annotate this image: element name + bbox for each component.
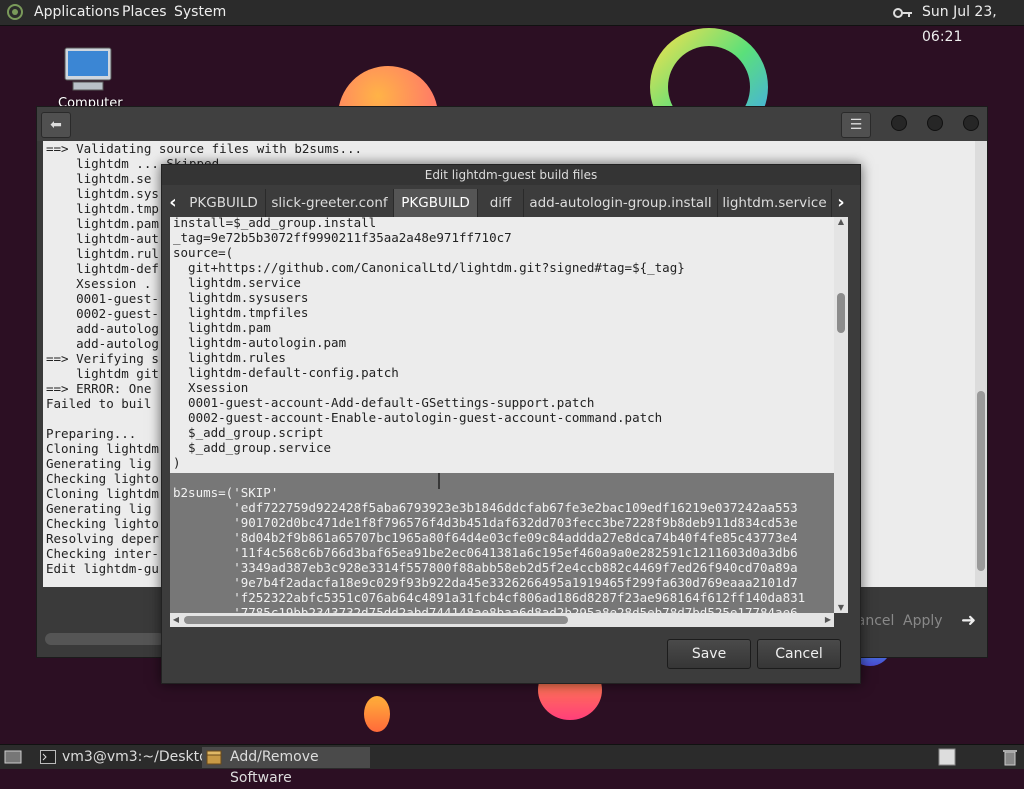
taskbar-add-remove-software[interactable]: Add/Remove Software <box>202 747 370 786</box>
edit-build-files-dialog: Edit lightdm-guest build files ‹ PKGBUIL… <box>161 164 861 684</box>
taskbar-terminal-label: vm3@vm3:~/Desktop <box>62 749 217 765</box>
progress-bar <box>45 633 165 645</box>
horizontal-scroll-thumb[interactable] <box>184 616 568 624</box>
save-button[interactable]: Save <box>667 639 751 669</box>
menu-places[interactable]: Places <box>122 0 167 25</box>
package-icon <box>206 750 222 765</box>
top-panel: Applications Places System Sun Jul 23, 0… <box>0 0 1024 45</box>
text-cursor-icon <box>438 473 440 489</box>
taskbar-software-label: Add/Remove Software <box>230 749 319 786</box>
close-button[interactable] <box>963 115 979 131</box>
bottom-panel: vm3@vm3:~/Desktop Add/Remove Software <box>0 744 1024 786</box>
terminal-icon <box>40 750 56 764</box>
tab-bar: ‹ PKGBUILD slick-greeter.conf PKGBUILD d… <box>162 187 860 217</box>
key-icon[interactable] <box>893 7 913 19</box>
scroll-thumb[interactable] <box>977 391 985 571</box>
tab-diff[interactable]: diff <box>478 189 524 217</box>
next-arrow-icon[interactable]: ➜ <box>961 609 976 633</box>
taskbar-terminal[interactable]: vm3@vm3:~/Desktop <box>38 747 217 768</box>
trash-icon[interactable] <box>1002 748 1018 766</box>
dialog-title: Edit lightdm-guest build files <box>162 165 860 185</box>
selected-code-text[interactable]: b2sums=('SKIP' 'edf722759d922428f5aba679… <box>173 485 805 613</box>
log-scrollbar[interactable] <box>975 141 987 587</box>
show-desktop-icon[interactable] <box>4 748 22 766</box>
code-editor[interactable]: install=$_add_group.install _tag=9e72b5b… <box>170 217 834 613</box>
tab-slick-greeter-conf[interactable]: slick-greeter.conf <box>266 189 394 217</box>
footer-apply-button[interactable]: Apply <box>903 609 943 633</box>
scroll-down-icon[interactable]: ▼ <box>834 603 848 613</box>
computer-icon[interactable] <box>63 46 113 92</box>
cancel-button[interactable]: Cancel <box>757 639 841 669</box>
scroll-left-icon[interactable]: ◀ <box>170 613 182 627</box>
menu-applications[interactable]: Applications <box>34 0 120 25</box>
editor-horizontal-scrollbar[interactable]: ◀ ▶ <box>170 613 834 627</box>
scroll-right-icon[interactable]: ▶ <box>822 613 834 627</box>
tab-pkgbuild-1[interactable]: PKGBUILD <box>182 189 266 217</box>
back-button[interactable]: ⬅ <box>41 112 71 138</box>
tab-scroll-right-icon[interactable]: › <box>832 189 850 217</box>
tab-add-autologin-group-install[interactable]: add-autologin-group.install <box>524 189 718 217</box>
window-header: ⬅ ☰ <box>37 107 987 141</box>
code-text[interactable]: install=$_add_group.install _tag=9e72b5b… <box>173 217 685 470</box>
editor-vertical-scrollbar[interactable]: ▲ ▼ <box>834 217 848 613</box>
clock[interactable]: Sun Jul 23, 06:21 <box>922 0 1024 45</box>
maximize-button[interactable] <box>927 115 943 131</box>
tab-scroll-left-icon[interactable]: ‹ <box>164 189 182 217</box>
tab-lightdm-service[interactable]: lightdm.service <box>718 189 832 217</box>
tab-pkgbuild-2[interactable]: PKGBUILD <box>394 189 478 217</box>
vertical-scroll-thumb[interactable] <box>837 293 845 333</box>
menu-system[interactable]: System <box>174 0 226 25</box>
menu-button[interactable]: ☰ <box>841 112 871 138</box>
wallpaper-small-orange-shape <box>364 696 390 732</box>
workspace-switcher-icon[interactable] <box>938 748 956 766</box>
distro-logo-icon[interactable] <box>7 4 23 20</box>
scroll-up-icon[interactable]: ▲ <box>834 217 848 227</box>
minimize-button[interactable] <box>891 115 907 131</box>
